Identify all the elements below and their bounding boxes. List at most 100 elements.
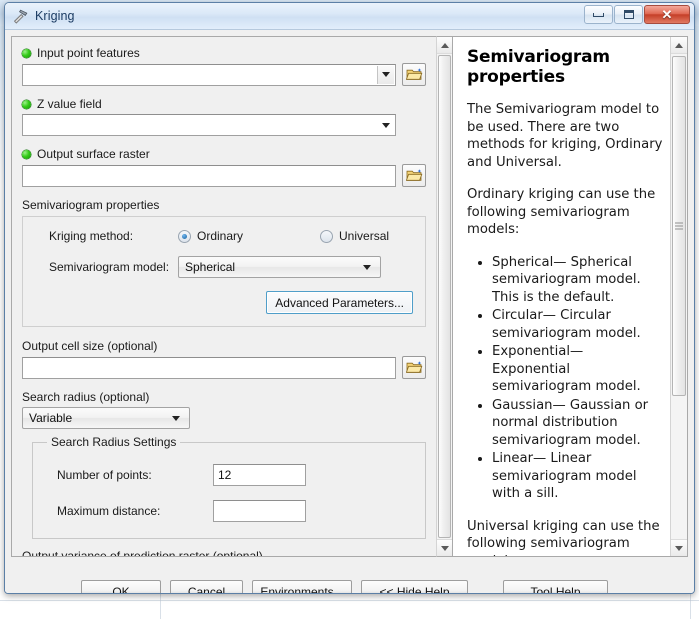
required-indicator-icon — [22, 149, 31, 159]
hide-help-button[interactable]: << Hide Help — [361, 580, 468, 593]
output-cell-size-label: Output cell size (optional) — [22, 339, 158, 353]
output-cell-size-browse-button[interactable] — [402, 356, 426, 379]
required-indicator-icon — [22, 48, 31, 58]
help-paragraph-1: The Semivariogram model to be used. Ther… — [467, 102, 663, 170]
output-cell-size-label-row: Output cell size (optional) — [22, 339, 426, 353]
semivariogram-group-title: Semivariogram properties — [22, 198, 160, 212]
semivariogram-model-row: Semivariogram model: Spherical — [35, 256, 413, 278]
panes: Input point features Z value field Outpu… — [11, 36, 688, 557]
output-cell-size-row — [22, 356, 426, 379]
number-of-points-input[interactable]: 12 — [213, 464, 306, 486]
open-folder-icon — [405, 361, 422, 373]
list-item: Exponential— Exponential semivariogram m… — [492, 343, 665, 396]
search-radius-settings-group: Search Radius Settings Number of points:… — [32, 435, 426, 539]
number-of-points-label: Number of points: — [57, 468, 152, 482]
z-value-field-row — [22, 114, 426, 136]
minimize-button[interactable] — [584, 5, 613, 24]
output-surface-raster-row — [22, 164, 426, 187]
output-variance-label-row: Output variance of prediction raster (op… — [22, 549, 426, 557]
output-surface-raster-label: Output surface raster — [37, 147, 150, 161]
output-surface-raster-input[interactable] — [22, 164, 396, 187]
help-scrollbar[interactable] — [670, 37, 687, 556]
semivariogram-model-label: Semivariogram model: — [49, 260, 170, 274]
search-radius-settings-legend: Search Radius Settings — [51, 435, 177, 449]
list-item: Gaussian— Gaussian or normal distributio… — [492, 397, 665, 450]
input-point-features-combo[interactable] — [22, 63, 396, 86]
radio-ordinary-label: Ordinary — [197, 229, 244, 243]
kriging-method-row: Kriging method: Ordinary Universal — [35, 229, 413, 243]
scrollbar-thumb[interactable] — [438, 55, 451, 538]
scroll-down-button[interactable] — [671, 539, 687, 556]
dialog-footer: OK Cancel Environments... << Hide Help T… — [11, 557, 688, 593]
kriging-dialog: Kriging ✕ Input point features Z value f… — [4, 2, 695, 594]
parameters-list: Input point features Z value field Outpu… — [12, 37, 436, 557]
help-paragraph-2: Ordinary kriging can use the following s… — [467, 187, 656, 237]
dialog-body: Input point features Z value field Outpu… — [5, 30, 694, 593]
maximum-distance-row: Maximum distance: — [45, 500, 413, 522]
radio-universal[interactable]: Universal — [320, 229, 389, 243]
scroll-down-button[interactable] — [437, 539, 452, 556]
semivariogram-model-combo[interactable]: Spherical — [178, 256, 381, 278]
search-radius-label-row: Search radius (optional) — [22, 390, 426, 404]
semivariogram-model-value: Spherical — [185, 260, 236, 274]
advanced-parameters-row: Advanced Parameters... — [35, 291, 413, 314]
list-item: Linear— Linear semivariogram model with … — [492, 450, 665, 503]
help-title: Semivariogram properties — [467, 47, 610, 87]
search-radius-combo[interactable]: Variable — [22, 407, 190, 429]
universal-intro: Universal kriging can use the following … — [467, 518, 660, 557]
radio-unselected-icon — [320, 229, 334, 243]
scrollbar-grip-icon — [675, 221, 683, 232]
tool-help-button[interactable]: Tool Help — [503, 580, 608, 593]
chevron-down-icon — [363, 264, 371, 270]
input-point-features-label-row: Input point features — [22, 46, 426, 60]
search-radius-value: Variable — [29, 411, 73, 425]
maximum-distance-input[interactable] — [213, 500, 306, 522]
scrollbar-thumb[interactable] — [672, 56, 686, 396]
backdrop-divider — [0, 600, 699, 601]
output-variance-label: Output variance of prediction raster (op… — [22, 549, 263, 557]
scroll-up-button[interactable] — [437, 37, 452, 54]
semivariogram-group: Kriging method: Ordinary Universal Semiv… — [22, 216, 426, 327]
maximize-button[interactable] — [614, 5, 643, 24]
open-folder-icon — [405, 169, 422, 181]
cancel-button[interactable]: Cancel — [170, 580, 243, 593]
title-bar[interactable]: Kriging ✕ — [5, 3, 694, 30]
chevron-down-icon — [172, 415, 180, 421]
z-value-field-label-row: Z value field — [22, 97, 426, 111]
kriging-method-label: Kriging method: — [49, 229, 134, 243]
close-icon: ✕ — [661, 7, 673, 22]
parameters-scrollbar[interactable] — [436, 36, 453, 557]
required-indicator-icon — [22, 99, 31, 109]
environments-button[interactable]: Environments... — [252, 580, 352, 593]
z-value-field-combo[interactable] — [22, 114, 396, 136]
radio-selected-icon — [178, 229, 191, 243]
scroll-up-button[interactable] — [671, 37, 687, 54]
output-cell-size-input[interactable] — [22, 356, 396, 379]
maximize-icon — [623, 10, 634, 19]
advanced-parameters-button[interactable]: Advanced Parameters... — [266, 291, 413, 314]
window-title: Kriging — [35, 9, 75, 23]
search-radius-label: Search radius (optional) — [22, 390, 150, 404]
z-value-field-label: Z value field — [37, 97, 102, 111]
chevron-down-icon — [440, 545, 449, 551]
radio-universal-label: Universal — [339, 229, 390, 243]
list-item: Spherical— Spherical semivariogram model… — [492, 254, 665, 307]
minimize-icon — [593, 12, 604, 17]
close-button[interactable]: ✕ — [644, 5, 690, 24]
chevron-up-icon — [675, 42, 683, 48]
input-point-features-label: Input point features — [37, 46, 140, 60]
maximum-distance-label: Maximum distance: — [57, 504, 161, 518]
hammer-tool-icon — [13, 9, 28, 24]
window-controls: ✕ — [584, 5, 690, 24]
input-point-features-browse-button[interactable] — [402, 63, 426, 86]
parameters-pane: Input point features Z value field Outpu… — [11, 36, 436, 557]
radio-ordinary[interactable]: Ordinary — [178, 229, 243, 243]
output-surface-raster-label-row: Output surface raster — [22, 147, 426, 161]
help-pane: Semivariogram properties The Semivariogr… — [453, 36, 688, 557]
ordinary-models-list: Spherical— Spherical semivariogram model… — [467, 254, 665, 503]
chevron-down-icon[interactable] — [377, 116, 394, 134]
output-surface-raster-browse-button[interactable] — [402, 164, 426, 187]
ok-button[interactable]: OK — [81, 580, 161, 593]
chevron-down-icon[interactable] — [377, 65, 394, 84]
list-item: Circular— Circular semivariogram model. — [492, 307, 665, 342]
